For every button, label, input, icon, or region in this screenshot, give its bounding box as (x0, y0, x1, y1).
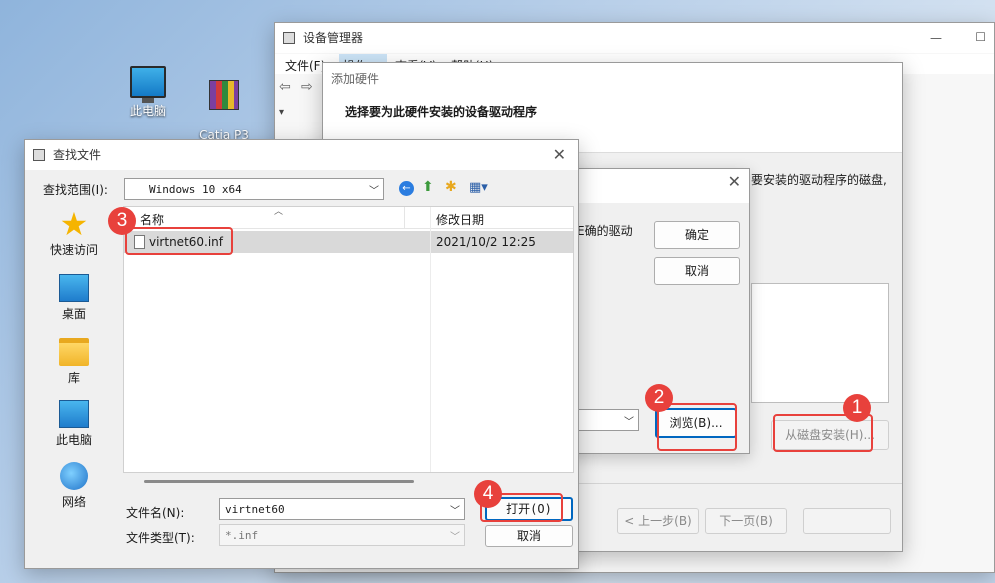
dialog-text: E确的驱动 (577, 224, 633, 238)
computer-node-icon (291, 107, 303, 119)
monitor-icon (59, 400, 89, 428)
up-folder-icon[interactable]: ⬆ (422, 179, 434, 195)
filename-input[interactable]: virtnet60 ﹀ (219, 498, 465, 520)
nav-label: 快速访问 (49, 243, 98, 257)
nav-desktop[interactable]: 桌面 (25, 274, 123, 322)
dialog-titlebar: ✕ (553, 169, 749, 203)
chevron-down-icon: ﹀ (450, 506, 460, 517)
step-badge-4: 4 (474, 480, 502, 508)
star-icon: ★ (59, 205, 89, 243)
filetype-value: *.inf (225, 529, 259, 542)
view-menu-icon[interactable]: ▦▾ (469, 180, 488, 195)
chevron-down-icon: ﹀ (450, 532, 460, 543)
forward-arrow-icon[interactable]: ⇨ (301, 79, 313, 95)
cancel-button[interactable]: 取消 (485, 525, 573, 547)
file-row[interactable]: virtnet60.inf 2021/10/2 12:25 (124, 231, 573, 253)
network-globe-icon (60, 462, 88, 490)
filename-label: 文件名(N): (126, 506, 185, 520)
close-icon[interactable]: ✕ (553, 140, 566, 170)
next-button[interactable]: 下一页(B) (705, 508, 787, 534)
file-name: virtnet60.inf (149, 235, 224, 249)
install-from-disk-button[interactable]: 从磁盘安装(H)... (771, 420, 889, 450)
back-icon[interactable]: ← (399, 181, 414, 196)
wizard-heading: 选择要为此硬件安装的设备驱动程序 (345, 105, 538, 119)
tree-expand-icon[interactable]: ▾ (279, 107, 284, 118)
chevron-down-icon: ﹀ (624, 417, 634, 428)
ok-button[interactable]: 确定 (654, 221, 740, 249)
browse-button[interactable]: 浏览(B)... (655, 408, 737, 438)
step-badge-2: 2 (645, 384, 673, 412)
menu-file[interactable]: 文件(F) (285, 57, 325, 74)
folder-icon (130, 182, 145, 194)
device-manager-titlebar: 设备管理器 — ☐ (275, 23, 994, 53)
nav-label: 库 (67, 371, 80, 385)
nav-label: 桌面 (61, 307, 86, 321)
filetype-select[interactable]: *.inf ﹀ (219, 524, 465, 546)
nav-libraries[interactable]: 库 (25, 338, 123, 386)
filename-value: virtnet60 (225, 503, 285, 516)
monitor-icon (130, 66, 166, 103)
file-list[interactable]: 名称 ︿ 修改日期 virtnet60.inf 2021/10/2 12:25 (123, 206, 574, 483)
nav-label: 此电脑 (55, 433, 92, 447)
column-guide (430, 207, 431, 472)
look-in-combo[interactable]: Windows 10 x64 ﹀ (124, 178, 384, 200)
column-date[interactable]: 修改日期 (436, 211, 484, 228)
winrar-archive-icon (209, 80, 239, 110)
horizontal-scrollbar[interactable] (144, 480, 414, 483)
driver-list[interactable] (751, 283, 889, 403)
library-folder-icon (59, 338, 89, 366)
new-folder-icon[interactable]: ✱ (445, 179, 457, 195)
close-icon[interactable]: ✕ (728, 172, 741, 191)
find-file-icon (33, 149, 45, 161)
filetype-label: 文件类型(T): (126, 531, 195, 545)
window-title: 查找文件 (53, 148, 102, 162)
window-title: 添加硬件 (331, 72, 380, 86)
nav-network[interactable]: 网络 (25, 462, 123, 510)
file-icon (134, 235, 145, 249)
maximize-icon[interactable]: ☐ (975, 22, 986, 52)
find-file-titlebar: 查找文件 ✕ (25, 140, 578, 170)
desktop-icon (59, 274, 89, 302)
minimize-icon[interactable]: — (930, 23, 942, 53)
window-title: 设备管理器 (303, 31, 364, 45)
column-divider[interactable] (404, 207, 405, 229)
look-in-label: 查找范围(I): (43, 183, 108, 197)
file-list-header: 名称 ︿ 修改日期 (124, 207, 573, 229)
desktop-icon-label: 此电脑 (129, 104, 166, 118)
path-combo[interactable]: ﹀ (577, 409, 639, 431)
back-button[interactable]: < 上一步(B) (617, 508, 699, 534)
back-arrow-icon[interactable]: ⇦ (279, 79, 291, 95)
look-in-value: Windows 10 x64 (149, 183, 242, 196)
wizard-instruction-text: 要安装的驱动程序的磁盘, (751, 173, 887, 187)
cancel-button[interactable]: 取消 (654, 257, 740, 285)
step-badge-3: 3 (108, 207, 136, 235)
nav-this-pc[interactable]: 此电脑 (25, 400, 123, 448)
step-badge-1: 1 (843, 394, 871, 422)
sort-ascending-icon: ︿ (274, 207, 284, 217)
file-date: 2021/10/2 12:25 (436, 235, 536, 249)
cancel-wizard-button[interactable] (803, 508, 891, 534)
nav-label: 网络 (61, 495, 86, 509)
places-bar: ★ 快速访问 桌面 库 此电脑 网络 (25, 204, 123, 544)
desktop-icon-this-pc[interactable]: 此电脑 (112, 66, 184, 119)
install-from-disk-dialog: ✕ E确的驱动 确定 取消 ﹀ 浏览(B)... (552, 168, 750, 454)
chevron-down-icon: ﹀ (369, 186, 379, 197)
device-manager-icon (283, 32, 295, 44)
column-name[interactable]: 名称 (140, 211, 164, 228)
